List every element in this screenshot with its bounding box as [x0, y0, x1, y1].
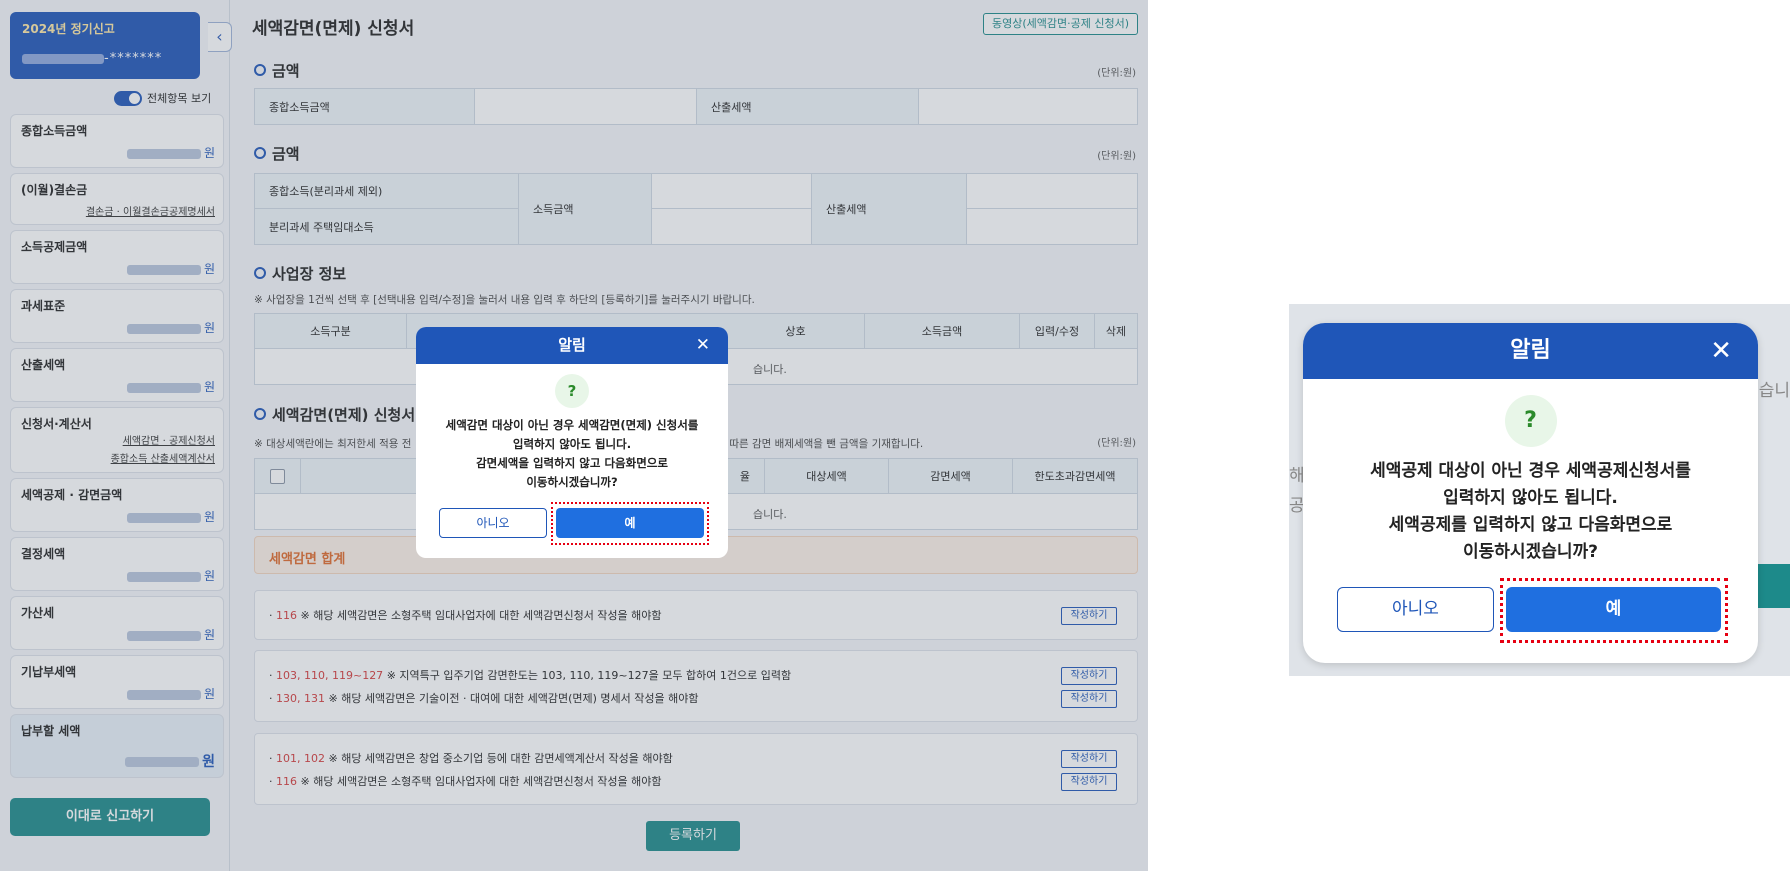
close-icon[interactable]: ✕ — [1710, 323, 1732, 379]
dialog-header: 알림 ✕ — [1303, 323, 1758, 379]
message-line: 입력하지 않아도 됩니다. — [1443, 488, 1618, 508]
question-icon: ? — [555, 374, 589, 408]
dialog-title: 알림 — [1510, 338, 1551, 363]
message-line: 감면세액을 입력하지 않고 다음화면으로 — [476, 456, 668, 470]
close-icon[interactable]: ✕ — [696, 327, 710, 364]
dialog-message: 세액공제 대상이 아닌 경우 세액공제신청서를 입력하지 않아도 됩니다. 세액… — [1303, 458, 1758, 566]
message-line: 세액감면 대상이 아닌 경우 세액감면(면제) 신청서를 — [445, 418, 699, 432]
background-button-fragment — [1754, 564, 1790, 608]
message-line: 세액공제 대상이 아닌 경우 세액공제신청서를 — [1370, 461, 1691, 481]
dialog-title: 알림 — [558, 336, 586, 354]
tax-filing-screen: 2024년 정기신고 -******* 전체항목 보기 종합소득금액 원 (이월… — [0, 0, 1148, 871]
alert-dialog: 알림 ✕ ? 세액감면 대상이 아닌 경우 세액감면(면제) 신청서를 입력하지… — [416, 327, 728, 558]
message-line: 세액공제를 입력하지 않고 다음화면으로 — [1388, 515, 1673, 535]
background-fragment: 습니 — [1758, 381, 1790, 401]
message-line: 입력하지 않아도 됩니다. — [512, 437, 632, 451]
message-line: 이동하시겠습니까? — [526, 475, 618, 489]
question-icon: ? — [1504, 395, 1557, 447]
no-button[interactable]: 아니오 — [439, 508, 547, 538]
dialog-header: 알림 ✕ — [416, 327, 728, 364]
alert-dialog-zoomed: 알림 ✕ ? 세액공제 대상이 아닌 경우 세액공제신청서를 입력하지 않아도 … — [1303, 323, 1758, 663]
highlight-box — [551, 502, 709, 545]
message-line: 이동하시겠습니까? — [1463, 542, 1598, 562]
zoomed-callout: 습니 해 공 알림 ✕ ? 세액공제 대상이 아닌 경우 세액공제신청서를 입력… — [1289, 304, 1790, 676]
highlight-box — [1500, 578, 1728, 643]
no-button[interactable]: 아니오 — [1337, 587, 1494, 632]
dialog-message: 세액감면 대상이 아닌 경우 세액감면(면제) 신청서를 입력하지 않아도 됩니… — [416, 416, 728, 492]
